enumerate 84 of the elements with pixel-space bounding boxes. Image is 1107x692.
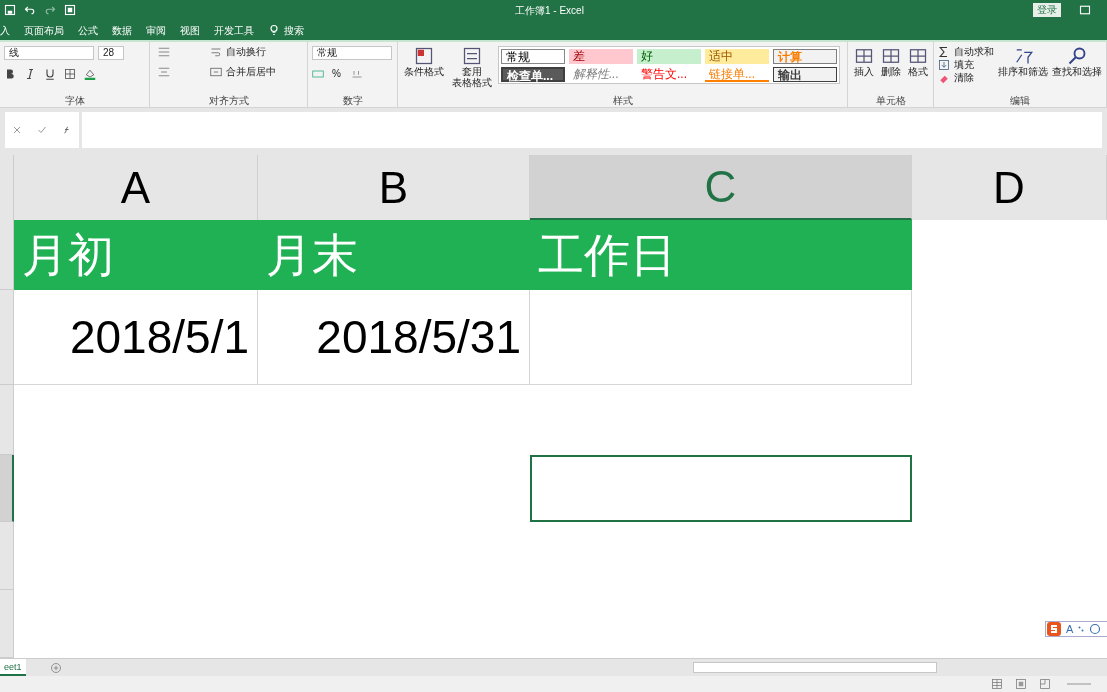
cell-style[interactable]: 常规 — [501, 49, 565, 64]
menu-tab[interactable]: 视图 — [180, 22, 200, 38]
group-label: 单元格 — [874, 95, 907, 107]
page-layout-icon[interactable] — [1015, 678, 1027, 690]
font-name-field[interactable]: 线 — [4, 46, 94, 60]
fill-down-icon[interactable] — [938, 59, 950, 71]
number-format-field[interactable]: 常规 — [312, 46, 392, 60]
ime-mode-label: A — [1066, 621, 1074, 637]
cell-style[interactable]: 警告文... — [637, 67, 701, 82]
menu-tab[interactable]: 页面布局 — [24, 22, 64, 38]
cell-action-button[interactable]: 格式 — [906, 46, 929, 95]
wrap-text-icon[interactable] — [210, 46, 222, 58]
conditional-format-button[interactable]: 条件格式 — [402, 46, 446, 95]
bold-icon[interactable] — [4, 68, 16, 80]
lightbulb-icon[interactable] — [268, 24, 280, 36]
grid-icon[interactable] — [880, 46, 901, 66]
menu-tab[interactable]: 开发工具 — [214, 22, 254, 38]
cell-style[interactable]: 好 — [637, 49, 701, 64]
column-header[interactable]: D — [912, 155, 1107, 220]
column-header[interactable]: B — [258, 155, 530, 220]
sort-filter-button[interactable]: 排序和筛选 — [998, 46, 1048, 95]
group-label: 对齐方式 — [207, 95, 250, 107]
login-button[interactable]: 登录 — [1033, 3, 1061, 17]
group-label: 编辑 — [1009, 95, 1031, 107]
underline-icon[interactable] — [44, 68, 56, 80]
find-select-button[interactable]: 查找和选择 — [1052, 46, 1102, 95]
menu-tab[interactable]: 公式 — [78, 22, 98, 38]
menu-tab[interactable]: 审阅 — [146, 22, 166, 38]
undo-icon[interactable] — [24, 4, 36, 16]
autosum-button[interactable]: 自动求和 — [954, 46, 994, 58]
cell-style[interactable]: 差 — [569, 49, 633, 64]
wrap-text-button[interactable]: 自动换行 — [226, 46, 266, 58]
ime-logo-icon[interactable] — [1046, 621, 1062, 637]
table-format-button[interactable]: 套用 表格格式 — [450, 46, 494, 95]
table-cell: 工作日 — [530, 220, 912, 290]
cell-action-button[interactable]: 插入 — [852, 46, 875, 95]
sigma-icon[interactable] — [938, 46, 950, 58]
cell-style[interactable]: 检查单... — [501, 67, 565, 82]
merge-icon[interactable] — [210, 66, 222, 78]
grid-icon[interactable] — [853, 46, 874, 66]
group-label: 字体 — [63, 95, 86, 107]
cell-style[interactable]: 适中 — [705, 49, 769, 64]
check-icon[interactable] — [38, 126, 46, 134]
cell-action-button[interactable]: 删除 — [879, 46, 902, 95]
group-label: 样式 — [611, 95, 634, 107]
save-icon[interactable] — [4, 4, 16, 16]
formula-field[interactable] — [82, 112, 1102, 148]
table-cell: 2018/5/31 — [258, 290, 530, 385]
table-icon[interactable] — [414, 46, 434, 66]
ribbon-display-icon[interactable] — [1079, 4, 1091, 16]
fill-button[interactable]: 填充 — [954, 59, 974, 71]
percent-button[interactable]: % — [332, 68, 341, 80]
table-cell: 2018/5/1 — [14, 290, 258, 385]
fill-color-icon[interactable] — [84, 68, 96, 80]
cell-style[interactable]: 解释性... — [569, 67, 633, 82]
font-size-field[interactable]: 28 — [98, 46, 124, 60]
italic-icon[interactable] — [24, 68, 36, 80]
cell-style[interactable]: 输出 — [773, 67, 837, 82]
page-break-icon[interactable] — [1039, 678, 1051, 690]
search-label[interactable]: 搜索 — [284, 22, 304, 38]
clear-button[interactable]: 清除 — [954, 72, 974, 84]
window-title: 工作簿1 - Excel — [515, 3, 584, 18]
horizontal-scrollbar[interactable] — [693, 662, 937, 673]
search-icon[interactable] — [1067, 46, 1087, 66]
border-icon[interactable] — [64, 68, 76, 80]
table-cell: 月初 — [14, 220, 258, 290]
sheet-tab[interactable]: eet1 — [0, 659, 26, 676]
ime-toolbar[interactable]: A — [1045, 621, 1107, 637]
column-header[interactable]: A — [14, 155, 258, 220]
table-brush-icon[interactable] — [462, 46, 482, 66]
preview-icon[interactable] — [64, 4, 76, 16]
menu-tab[interactable]: 数据 — [112, 22, 132, 38]
column-header[interactable]: C — [530, 155, 912, 220]
table-cell: 月末 — [258, 220, 530, 290]
add-sheet-icon[interactable] — [49, 661, 62, 674]
group-label: 数字 — [341, 95, 364, 107]
row-header[interactable] — [0, 455, 14, 522]
close-icon[interactable] — [13, 126, 22, 134]
selected-cell[interactable] — [530, 455, 912, 522]
punctuation-icon[interactable] — [1077, 625, 1086, 633]
merge-center-button[interactable]: 合并后居中 — [226, 66, 276, 78]
normal-view-icon[interactable] — [991, 678, 1003, 690]
grid-icon[interactable] — [907, 46, 928, 66]
menu-tab[interactable]: 入 — [0, 22, 10, 38]
